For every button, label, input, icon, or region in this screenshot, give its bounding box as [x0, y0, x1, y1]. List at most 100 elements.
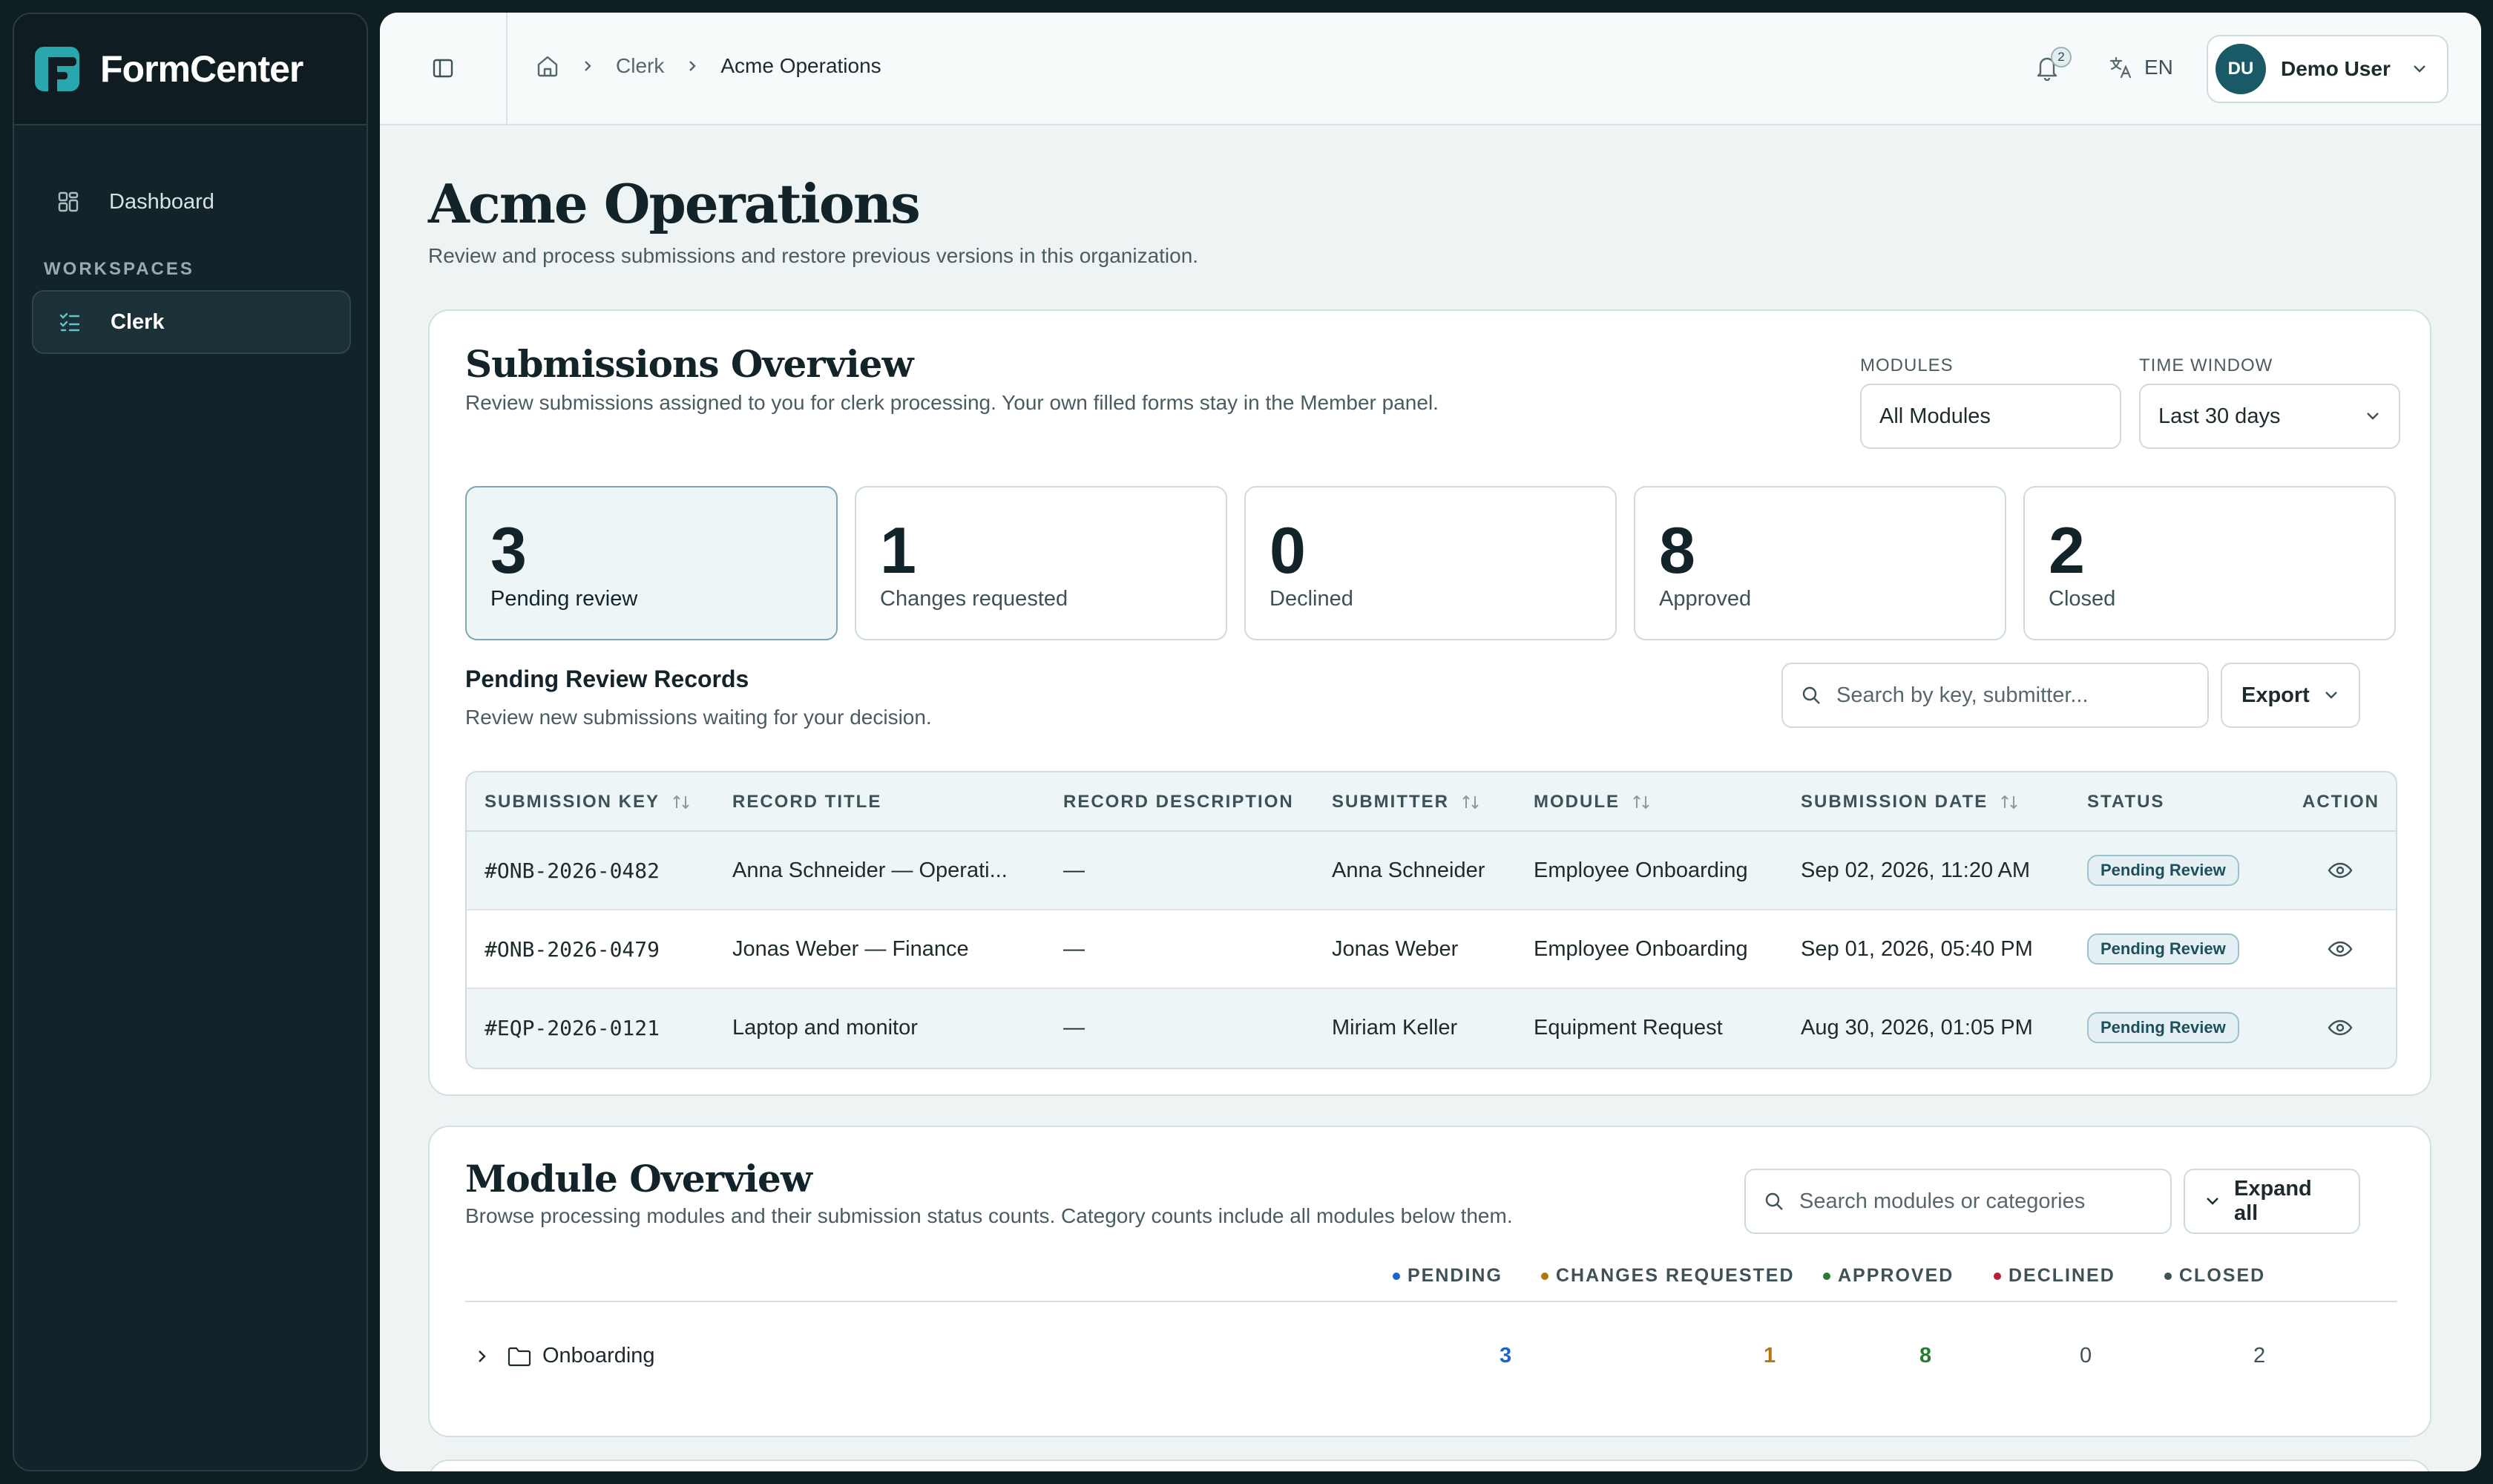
- stat-changes-requested[interactable]: 1 Changes requested: [855, 486, 1227, 640]
- pending-records-table: SUBMISSION KEY RECORD TITLE RECORD DESCR…: [465, 771, 2397, 1069]
- column-label: APPROVED: [1838, 1265, 1954, 1286]
- approved-dot: [1823, 1272, 1830, 1280]
- stat-value: 8: [1659, 513, 1695, 587]
- modules-search-input[interactable]: Search modules or categories: [1744, 1169, 2172, 1234]
- page-subtitle: Review and process submissions and resto…: [428, 244, 1199, 267]
- eye-icon: [2328, 861, 2353, 880]
- cell-status: Pending Review: [2087, 989, 2239, 1066]
- stat-pending-review[interactable]: 3 Pending review: [465, 486, 838, 640]
- sidebar-item-label: Dashboard: [109, 189, 214, 214]
- stat-value: 3: [490, 513, 527, 587]
- stat-closed[interactable]: 2 Closed: [2023, 486, 2396, 640]
- count-changes-requested: 1: [1764, 1344, 1776, 1368]
- workspaces-heading: WORKSPACES: [44, 259, 194, 279]
- cell-submitter: Miriam Keller: [1332, 1015, 1458, 1040]
- column-label: ACTION: [2302, 792, 2379, 812]
- eye-icon: [2328, 1018, 2353, 1037]
- module-row-onboarding[interactable]: Onboarding 3 1 8 0 2: [465, 1327, 2397, 1387]
- column-submission-date[interactable]: SUBMISSION DATE: [1801, 772, 2019, 832]
- brand[interactable]: FormCenter: [14, 14, 367, 125]
- sidebar-toggle-icon[interactable]: [432, 57, 454, 79]
- stat-declined[interactable]: 0 Declined: [1244, 486, 1617, 640]
- dashboard-grid-icon: [57, 191, 79, 213]
- column-declined: DECLINED: [1994, 1265, 2115, 1287]
- column-label: SUBMISSION KEY: [485, 792, 660, 812]
- stat-label: Declined: [1270, 587, 1353, 611]
- checklist-icon: [59, 311, 81, 333]
- sort-icon: [1461, 793, 1480, 811]
- count-closed: 2: [2253, 1344, 2266, 1368]
- chevron-right-icon: [686, 59, 698, 73]
- language-switcher[interactable]: EN: [2109, 56, 2173, 79]
- view-button[interactable]: [2328, 989, 2353, 1066]
- table-row[interactable]: #EQP-2026-0121 Laptop and monitor — Miri…: [467, 989, 2396, 1068]
- modules-select[interactable]: All Modules: [1860, 384, 2121, 449]
- changes-dot: [1541, 1272, 1548, 1280]
- submissions-title: Submissions Overview: [465, 342, 914, 386]
- user-menu[interactable]: DU Demo User: [2207, 35, 2448, 103]
- cell-submission-date: Sep 02, 2026, 11:20 AM: [1801, 858, 2031, 882]
- search-icon: [1801, 685, 1822, 706]
- count-approved: 8: [1919, 1344, 1932, 1368]
- cell-record-description: —: [1063, 936, 1085, 961]
- cell-module: Equipment Request: [1534, 1015, 1723, 1040]
- count-declined: 0: [2080, 1344, 2092, 1368]
- cell-module: Employee Onboarding: [1534, 858, 1748, 882]
- sidebar-item-clerk[interactable]: Clerk: [32, 290, 351, 354]
- cell-module: Employee Onboarding: [1534, 936, 1748, 961]
- language-code: EN: [2144, 56, 2173, 79]
- count-pending: 3: [1500, 1344, 1512, 1368]
- table-body: #ONB-2026-0482 Anna Schneider — Operati.…: [467, 832, 2396, 1068]
- stat-label: Changes requested: [880, 587, 1068, 611]
- column-submission-key[interactable]: SUBMISSION KEY: [485, 772, 691, 832]
- column-label: STATUS: [2087, 792, 2165, 812]
- chevron-right-icon[interactable]: [476, 1348, 487, 1365]
- view-button[interactable]: [2328, 832, 2353, 909]
- column-module[interactable]: MODULE: [1534, 772, 1651, 832]
- export-button[interactable]: Export: [2221, 663, 2360, 728]
- folder-icon: [507, 1345, 532, 1368]
- cell-submitter: Jonas Weber: [1332, 936, 1459, 961]
- column-submitter[interactable]: SUBMITTER: [1332, 772, 1480, 832]
- column-action: ACTION: [2302, 772, 2379, 832]
- module-name: Onboarding: [542, 1344, 655, 1368]
- notifications-button[interactable]: 2: [2034, 47, 2072, 81]
- column-label: MODULE: [1534, 792, 1620, 812]
- stat-label: Closed: [2049, 587, 2116, 611]
- expand-all-button[interactable]: Expand all: [2184, 1169, 2360, 1234]
- time-window-select[interactable]: Last 30 days: [2139, 384, 2400, 449]
- view-button[interactable]: [2328, 910, 2353, 988]
- stat-approved[interactable]: 8 Approved: [1634, 486, 2006, 640]
- column-status: STATUS: [2087, 772, 2164, 832]
- sort-icon: [671, 793, 691, 811]
- breadcrumb-clerk[interactable]: Clerk: [616, 54, 664, 78]
- breadcrumb-current: Acme Operations: [720, 54, 881, 77]
- topbar-divider: [506, 13, 508, 125]
- stat-value: 0: [1270, 513, 1306, 587]
- records-search-input[interactable]: Search by key, submitter...: [1781, 663, 2209, 728]
- submissions-subtitle: Review submissions assigned to you for c…: [465, 391, 1439, 414]
- cell-record-title: Jonas Weber — Finance: [732, 936, 969, 961]
- breadcrumb: Clerk Acme Operations: [536, 54, 881, 78]
- search-icon: [1764, 1191, 1784, 1212]
- search-placeholder: Search by key, submitter...: [1836, 683, 2089, 707]
- sidebar-item-dashboard[interactable]: Dashboard: [32, 170, 351, 234]
- chevron-right-icon: [582, 59, 594, 73]
- status-badge: Pending Review: [2087, 855, 2239, 886]
- column-label: SUBMITTER: [1332, 792, 1449, 812]
- submissions-overview-card: Submissions Overview Review submissions …: [428, 309, 2431, 1096]
- table-row[interactable]: #ONB-2026-0479 Jonas Weber — Finance — J…: [467, 910, 2396, 989]
- chevron-down-icon: [2411, 64, 2428, 74]
- home-icon[interactable]: [536, 54, 559, 78]
- column-record-title: RECORD TITLE: [732, 772, 881, 832]
- closed-dot: [2164, 1272, 2172, 1280]
- module-overview-card: Module Overview Browse processing module…: [428, 1126, 2431, 1437]
- expand-all-label: Expand all: [2234, 1177, 2312, 1225]
- table-row[interactable]: #ONB-2026-0482 Anna Schneider — Operati.…: [467, 832, 2396, 910]
- stat-value: 2: [2049, 513, 2085, 587]
- chevron-down-icon: [2323, 690, 2339, 700]
- modules-subtitle: Browse processing modules and their subm…: [465, 1204, 1513, 1227]
- modules-title: Module Overview: [465, 1157, 812, 1201]
- cell-record-title: Laptop and monitor: [732, 1015, 918, 1040]
- cell-submission-key: #ONB-2026-0479: [485, 936, 660, 962]
